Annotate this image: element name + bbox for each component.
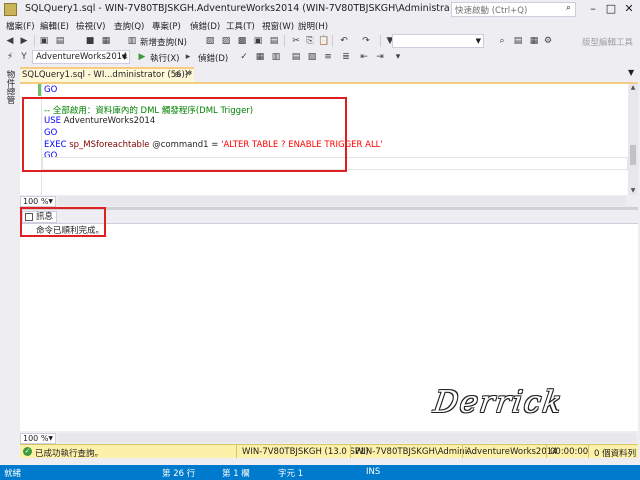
dax-icon[interactable]: ▤ — [268, 35, 280, 47]
toolbox-icon[interactable]: ▦ — [528, 35, 540, 47]
paste-icon[interactable]: 📋 — [318, 35, 330, 47]
menu-bar: 檔案(F) 編輯(E) 檢視(V) 查詢(Q) 專案(P) 偵錯(D) 工具(T… — [0, 19, 640, 33]
save-icon[interactable]: ■ — [84, 35, 96, 47]
document-tab-label: SQLQuery1.sql - WI...dministrator (56))* — [22, 70, 193, 80]
maximize-button[interactable]: □ — [602, 1, 620, 17]
execute-button[interactable]: 執行(X) — [150, 52, 179, 64]
copy-icon[interactable]: ⎘ — [304, 35, 316, 47]
database-info: AdventureWorks2014 — [466, 447, 558, 457]
results-text-icon[interactable]: ▤ — [290, 51, 302, 63]
sql-editor-toolbar: ⚡ Y AdventureWorks2014 ▼ ▶ 執行(X) ▸ 偵錯(D) … — [0, 49, 640, 66]
properties-icon[interactable]: ▤ — [512, 35, 524, 47]
status-insert-mode: INS — [366, 467, 381, 477]
new-query-icon[interactable]: ▥ — [126, 35, 138, 47]
document-tab-sqlquery1[interactable]: SQLQuery1.sql - WI...dministrator (56))*… — [20, 67, 194, 82]
standard-toolbar: ◀ ▶ ▣ ▤ ■ ▦ ▥ 新增查詢(N) ▧ ▨ ▩ ▣ ▤ ✂ ⎘ 📋 ↶ … — [0, 33, 640, 49]
mdx-icon[interactable]: ▨ — [220, 35, 232, 47]
close-window-button[interactable]: ✕ — [620, 1, 638, 17]
object-explorer-dock[interactable] — [0, 67, 18, 457]
user-info: WIN-7V80TBJSKGH\Admini... — [355, 447, 476, 457]
decrease-indent-icon[interactable]: ⇤ — [358, 51, 370, 63]
undo-icon[interactable]: ↶ — [338, 35, 350, 47]
save-all-icon[interactable]: ▦ — [100, 35, 112, 47]
redo-icon[interactable]: ↷ — [360, 35, 372, 47]
change-tracking-margin — [38, 84, 41, 96]
row-count: 0 個資料列 — [594, 449, 637, 459]
menu-view[interactable]: 檢視(V) — [76, 20, 105, 32]
status-char: 字元 1 — [278, 469, 304, 479]
available-databases-dropdown[interactable]: AdventureWorks2014 ▼ — [32, 50, 130, 64]
menu-help[interactable]: 說明(H) — [298, 20, 328, 32]
increase-indent-icon[interactable]: ⇥ — [374, 51, 386, 63]
editor-footer: 100 % ▼ — [20, 195, 638, 207]
cut-icon[interactable]: ✂ — [290, 35, 302, 47]
object-explorer-tab-label[interactable]: 物件總管 — [2, 70, 16, 104]
forward-icon[interactable]: ▶ — [18, 35, 30, 47]
quick-launch-input[interactable]: 快速啟動 (Ctrl+Q) — [451, 2, 576, 17]
scroll-down-icon[interactable]: ▼ — [628, 187, 638, 194]
minimize-button[interactable]: – — [584, 1, 602, 17]
query-status-text: 已成功執行查詢。 — [35, 449, 104, 459]
solution-configurations-dropdown[interactable]: ▼ — [392, 34, 484, 48]
status-line: 第 26 行 — [162, 469, 196, 479]
success-check-icon: ✓ — [23, 447, 32, 456]
editor-horizontal-scrollbar[interactable] — [58, 196, 626, 206]
results-file-icon[interactable]: ▧ — [306, 51, 318, 63]
uncomment-icon[interactable]: ≣ — [340, 51, 352, 63]
elapsed-time: 00:00:00 — [550, 447, 589, 457]
connect-icon[interactable]: ⚡ — [4, 51, 16, 63]
debug-button[interactable]: 偵錯(D) — [198, 52, 228, 64]
search-icon[interactable]: ⌕ — [566, 3, 571, 13]
find-icon[interactable]: ⌕ — [496, 35, 508, 47]
scroll-up-icon[interactable]: ▲ — [628, 84, 638, 91]
estimated-plan-icon[interactable]: ▥ — [270, 51, 282, 63]
editor-zoom-dropdown[interactable]: 100 % ▼ — [20, 196, 56, 207]
dmx-icon[interactable]: ▩ — [236, 35, 248, 47]
watermark-signature: Derrick — [431, 385, 566, 420]
menu-tools[interactable]: 工具(T) — [226, 20, 255, 32]
new-query-button[interactable]: 新增查詢(N) — [140, 36, 187, 48]
pin-icon[interactable]: ⊕ — [174, 70, 181, 79]
editor-vertical-scrollbar[interactable] — [628, 84, 638, 195]
menu-file[interactable]: 檔案(F) — [6, 20, 35, 32]
window-title: SQLQuery1.sql - WIN-7V80TBJSKGH.Adventur… — [25, 3, 450, 14]
results-footer: 100 % ▼ — [20, 432, 638, 444]
comment-icon[interactable]: ≡ — [322, 51, 334, 63]
specify-values-icon[interactable]: ▾ — [392, 51, 404, 63]
layout-tool-label[interactable]: 版型編輯工具 — [582, 36, 633, 48]
results-horizontal-scrollbar[interactable] — [58, 433, 636, 443]
close-tab-icon[interactable]: ✕ — [184, 69, 192, 79]
tab-list-dropdown-icon[interactable]: ▼ — [628, 68, 634, 77]
results-splitter[interactable] — [20, 207, 638, 210]
back-icon[interactable]: ◀ — [4, 35, 16, 47]
status-ready: 就緒 — [4, 469, 22, 479]
results-zoom-dropdown[interactable]: 100 % ▼ — [20, 433, 56, 444]
xmla-icon[interactable]: ▣ — [252, 35, 264, 47]
menu-project[interactable]: 專案(P) — [152, 20, 181, 32]
options-icon[interactable]: ⚙ — [542, 35, 554, 47]
editor-scroll-thumb[interactable] — [630, 145, 636, 165]
ssms-app-icon — [4, 3, 17, 16]
new-project-icon[interactable]: ▣ — [38, 35, 50, 47]
execute-icon[interactable]: ▶ — [136, 51, 148, 63]
query-icon[interactable]: ▧ — [204, 35, 216, 47]
menu-debug[interactable]: 偵錯(D) — [190, 20, 220, 32]
parse-icon[interactable]: ✓ — [238, 51, 250, 63]
open-file-icon[interactable]: ▤ — [54, 35, 66, 47]
results-grid-icon[interactable]: ▦ — [254, 51, 266, 63]
annotation-box-messages — [20, 207, 106, 237]
annotation-box-code — [22, 97, 347, 172]
status-column: 第 1 欄 — [222, 469, 250, 479]
menu-edit[interactable]: 編輯(E) — [40, 20, 69, 32]
menu-query[interactable]: 查詢(Q) — [114, 20, 144, 32]
code-line-go-1[interactable]: GO — [44, 85, 57, 95]
change-connection-icon[interactable]: Y — [18, 51, 30, 63]
debug-icon[interactable]: ▸ — [182, 51, 194, 63]
status-bar — [0, 465, 640, 480]
menu-window[interactable]: 視窗(W) — [262, 20, 294, 32]
